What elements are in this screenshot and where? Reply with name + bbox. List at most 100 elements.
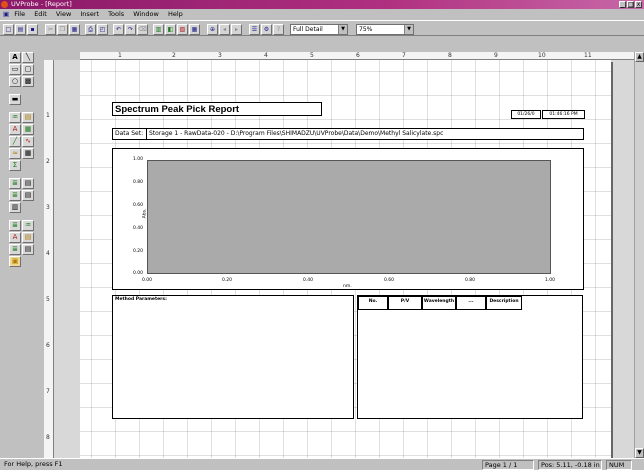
image-tool-icon[interactable]: ▩ [22, 76, 34, 87]
scroll-down-icon[interactable]: ▼ [635, 448, 644, 458]
chart-icon[interactable]: ▧ [177, 24, 188, 35]
menu-insert[interactable]: Insert [80, 9, 99, 20]
menu-edit[interactable]: Edit [34, 9, 47, 20]
paste-icon[interactable]: ▦ [69, 24, 80, 35]
ruler-mark: 7 [402, 52, 406, 59]
print-icon[interactable]: ⎙ [85, 24, 96, 35]
ruler-mark: 11 [584, 52, 592, 59]
kinetics-tool-icon[interactable]: ≈ [9, 148, 21, 159]
data-tool-icon[interactable]: ▦ [22, 124, 34, 135]
cut-icon[interactable]: ✂ [45, 24, 56, 35]
dataset-label: Data Set: [113, 129, 147, 139]
report-date[interactable]: 01/26/0 [511, 110, 541, 119]
curve-tool-icon[interactable]: ∿ [22, 136, 34, 147]
text-tool-icon[interactable]: A [9, 52, 21, 63]
sample-tool-icon[interactable]: ≣ [9, 220, 21, 231]
minimize-button[interactable]: _ [619, 1, 626, 8]
menu-view[interactable]: View [56, 9, 71, 20]
x-axis-label: nm. [343, 284, 352, 289]
save-icon[interactable]: ▪ [27, 24, 38, 35]
signature-tool-icon[interactable]: ▣ [9, 256, 21, 267]
rectangle-tool-icon[interactable]: ▭ [9, 64, 21, 75]
peak-tool-icon[interactable]: A [9, 124, 21, 135]
log-tool-icon[interactable]: ▤ [22, 244, 34, 255]
copy-icon[interactable]: ❐ [57, 24, 68, 35]
status-num: NUM [606, 460, 632, 470]
menu-window[interactable]: Window [133, 9, 159, 20]
list-tool-icon[interactable]: ▤ [22, 178, 34, 189]
grid-icon[interactable]: ▥ [153, 24, 164, 35]
graph-tool-icon[interactable]: ╱ [9, 136, 21, 147]
stats-tool-icon[interactable]: Σ [9, 160, 21, 171]
photometric-tool-icon[interactable]: ▤ [22, 112, 34, 123]
menu-help[interactable]: Help [168, 9, 183, 20]
back-icon[interactable]: ◂ [219, 24, 230, 35]
help-icon[interactable]: ? [273, 24, 284, 35]
peak-table-box[interactable] [357, 295, 583, 419]
close-button[interactable]: x [635, 1, 642, 8]
dataset-box[interactable]: Data Set: Storage 1 - RawData-020 - D:\P… [112, 128, 584, 140]
dataset-value: Storage 1 - RawData-020 - D:\Program Fil… [149, 130, 444, 137]
summary-tool-icon[interactable]: ≣ [9, 190, 21, 201]
report-time[interactable]: 01:46:16 PM [542, 110, 585, 119]
redo-icon[interactable]: ↷ [125, 24, 136, 35]
menu-file[interactable]: File [14, 9, 25, 20]
title-bar: UVProbe - [Report] [0, 0, 644, 9]
zoom-in-icon[interactable]: ⊕ [207, 24, 218, 35]
ellipse-tool-icon[interactable]: ○ [9, 76, 21, 87]
table-icon[interactable]: ▦ [189, 24, 200, 35]
ruler-mark: 4 [264, 52, 268, 59]
delete-icon[interactable]: ⌫ [137, 24, 148, 35]
vertical-scrollbar[interactable]: ▲ ▼ [634, 52, 644, 458]
settings-icon[interactable]: ⚙ [261, 24, 272, 35]
window-title: UVProbe - [Report] [11, 0, 72, 8]
calibration-tool-icon[interactable]: ▤ [22, 232, 34, 243]
forward-icon[interactable]: ▸ [231, 24, 242, 35]
standard-tool-icon[interactable]: ♒ [22, 220, 34, 231]
ruler-mark: 6 [356, 52, 360, 59]
new-icon[interactable]: □ [3, 24, 14, 35]
view-mode-select[interactable]: Full Detail ▼ [290, 24, 348, 35]
print-preview-icon[interactable]: ◰ [97, 24, 108, 35]
menu-tools[interactable]: Tools [108, 9, 124, 20]
rounded-rect-tool-icon[interactable]: ▢ [22, 64, 34, 75]
status-position: Pos: 5.11, -0.18 in [538, 460, 602, 470]
ruler-mark: 10 [538, 52, 546, 59]
line-tool-icon[interactable]: ╲ [22, 52, 34, 63]
spectrum-tool-icon[interactable]: ♒ [9, 112, 21, 123]
ruler-mark: 1 [118, 52, 122, 59]
border-tool-icon[interactable]: ▬ [9, 94, 21, 105]
zoom-select[interactable]: 75% ▼ [356, 24, 414, 35]
scroll-up-icon[interactable]: ▲ [635, 52, 644, 62]
ruler-mark: 1 [46, 112, 50, 119]
y-tick: 0.20 [133, 249, 144, 254]
properties-icon[interactable]: ☰ [249, 24, 260, 35]
result-tool-icon[interactable]: A [9, 232, 21, 243]
table-tool-icon[interactable]: ▦ [22, 148, 34, 159]
app-icon[interactable] [1, 1, 8, 8]
table-header-value: ... [456, 296, 486, 310]
chevron-down-icon: ▼ [404, 25, 413, 34]
report-title-box[interactable]: Spectrum Peak Pick Report [112, 102, 322, 116]
undo-icon[interactable]: ↶ [113, 24, 124, 35]
field-tool-icon[interactable]: ≣ [9, 178, 21, 189]
ruler-mark: 3 [46, 204, 50, 211]
open-icon[interactable]: ▤ [15, 24, 26, 35]
y-axis-label: Abs. [142, 208, 148, 219]
horizontal-ruler: 1 2 3 4 5 6 7 8 9 10 11 [80, 52, 634, 60]
method-tool-icon[interactable]: ▤ [22, 190, 34, 201]
tool-palette: A ╲ ▭ ▢ ○ ▩ ▬ ♒ ▤ A ▦ ╱ ∿ ≈ ▦ Σ ≣ ▤ ≣ ▤ … [9, 52, 36, 300]
method-parameters-box[interactable]: Method Parameters: [112, 295, 354, 419]
x-tick: 0.00 [142, 278, 153, 283]
ruler-mark: 8 [448, 52, 452, 59]
table-header-pv: P/V [388, 296, 422, 310]
report-tool-icon[interactable]: ≣ [9, 244, 21, 255]
maximize-button[interactable]: □ [627, 1, 634, 8]
doc-icon[interactable]: ▣ [3, 9, 9, 20]
table-header-wavelength: Wavelength [422, 296, 456, 310]
ruler-mark: 5 [46, 296, 50, 303]
ruler-mark: 6 [46, 342, 50, 349]
header-tool-icon[interactable]: ▥ [9, 202, 21, 213]
y-tick: 0.80 [133, 180, 144, 185]
align-icon[interactable]: ◧ [165, 24, 176, 35]
